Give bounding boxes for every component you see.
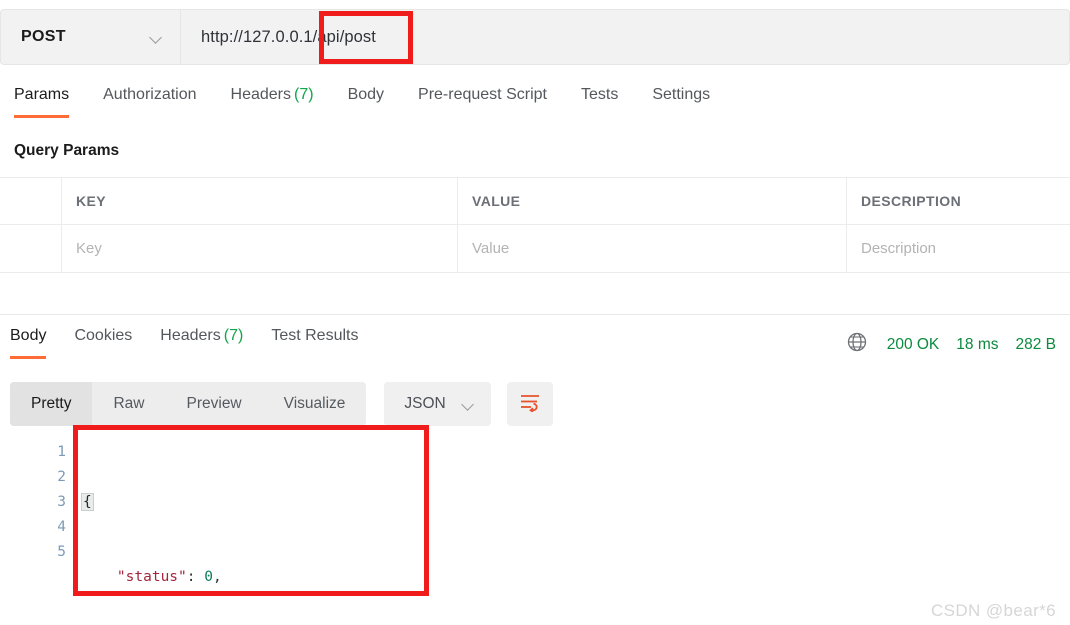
response-tab-headers-label: Headers	[160, 327, 221, 344]
response-tab-body[interactable]: Body	[10, 325, 47, 359]
open-brace: {	[81, 493, 94, 511]
tab-headers[interactable]: Headers (7)	[231, 84, 314, 118]
table-header-row: KEY VALUE DESCRIPTION	[0, 177, 1070, 225]
tab-tests-label: Tests	[580, 86, 619, 103]
request-url-input[interactable]: http://127.0.0.1/api/post	[180, 9, 1070, 65]
tab-params-label: Params	[14, 86, 70, 103]
line-number: 2	[57, 469, 66, 485]
tab-tests[interactable]: Tests	[581, 84, 618, 118]
view-mode-pretty-label: Pretty	[31, 395, 72, 412]
param-value-input[interactable]: Value	[458, 225, 847, 272]
tab-params[interactable]: Params	[14, 84, 70, 118]
response-status-bar: 200 OK 18 ms 282 B	[846, 331, 1056, 358]
view-mode-preview-label: Preview	[186, 395, 242, 412]
response-tab-body-label: Body	[10, 327, 47, 344]
param-description-input[interactable]: Description	[847, 225, 1070, 272]
query-params-title: Query Params	[14, 142, 120, 159]
view-mode-pretty[interactable]: Pretty	[10, 382, 93, 426]
column-header-value: VALUE	[458, 178, 847, 224]
globe-icon	[846, 331, 868, 358]
response-format-toolbar: Pretty Raw Preview Visualize JSON	[10, 382, 553, 426]
json-key-status: "status"	[116, 569, 187, 585]
column-header-key: KEY	[62, 178, 458, 224]
param-key-input[interactable]: Key	[62, 225, 458, 272]
tab-settings-label: Settings	[652, 86, 711, 103]
code-line: {	[81, 490, 297, 515]
tab-pre-request-script[interactable]: Pre-request Script	[418, 84, 547, 118]
postman-window: POST http://127.0.0.1/api/post Params Au…	[0, 0, 1070, 625]
response-tab-test-results-label: Test Results	[271, 327, 359, 344]
response-body-viewer[interactable]: 1 2 3 4 5 { "status": 0, "msg": "POST请求成…	[40, 440, 297, 625]
line-number: 1	[57, 444, 66, 460]
view-mode-visualize-label: Visualize	[283, 395, 346, 412]
response-size: 282 B	[1015, 335, 1056, 353]
column-header-description: DESCRIPTION	[861, 193, 962, 209]
table-row[interactable]: Key Value Description	[0, 225, 1070, 273]
json-value-status: 0	[204, 569, 213, 585]
wrap-text-button[interactable]	[506, 382, 553, 426]
response-tab-test-results[interactable]: Test Results	[271, 325, 358, 359]
line-number-gutter: 1 2 3 4 5	[40, 440, 82, 625]
request-url-bar: POST http://127.0.0.1/api/post	[0, 9, 1070, 65]
tab-body-label: Body	[347, 86, 385, 103]
tab-body[interactable]: Body	[348, 84, 384, 118]
line-number: 4	[57, 519, 66, 535]
view-mode-visualize[interactable]: Visualize	[263, 382, 367, 426]
select-all-cell	[0, 178, 62, 224]
view-mode-preview[interactable]: Preview	[166, 382, 263, 426]
tab-pre-request-script-label: Pre-request Script	[418, 86, 547, 103]
view-mode-raw[interactable]: Raw	[92, 382, 165, 426]
tab-headers-label: Headers	[230, 86, 291, 103]
line-number: 5	[57, 544, 66, 560]
view-mode-raw-label: Raw	[113, 395, 145, 412]
response-language-select[interactable]: JSON	[384, 382, 491, 426]
tab-headers-count: (7)	[294, 86, 314, 103]
response-language-label: JSON	[404, 395, 446, 412]
json-code[interactable]: { "status": 0, "msg": "POST请求成功", "data"…	[81, 440, 297, 625]
code-line: "status": 0,	[116, 569, 222, 585]
status-code: 200 OK	[886, 335, 940, 353]
tab-authorization[interactable]: Authorization	[103, 84, 196, 118]
wrap-text-icon	[519, 392, 541, 417]
http-method-select[interactable]: POST	[0, 9, 180, 65]
chevron-down-icon	[462, 400, 475, 408]
response-time: 18 ms	[956, 335, 999, 353]
request-tabs: Params Authorization Headers (7) Body Pre…	[0, 84, 1070, 126]
tab-authorization-label: Authorization	[103, 86, 197, 103]
chevron-down-icon	[150, 33, 163, 41]
tab-settings[interactable]: Settings	[652, 84, 710, 118]
line-number: 3	[57, 494, 66, 510]
response-tab-headers[interactable]: Headers (7)	[160, 325, 243, 359]
row-checkbox-cell[interactable]	[0, 225, 62, 272]
section-divider	[0, 314, 1070, 315]
response-tab-cookies-label: Cookies	[74, 327, 133, 344]
http-method-label: POST	[21, 28, 66, 45]
response-tab-cookies[interactable]: Cookies	[74, 325, 132, 359]
response-view-modes: Pretty Raw Preview Visualize	[10, 382, 367, 426]
response-tab-headers-count: (7)	[223, 327, 244, 344]
watermark: CSDN @bear*6	[930, 601, 1056, 620]
query-params-table: KEY VALUE DESCRIPTION Key Value Descript…	[0, 177, 1070, 273]
